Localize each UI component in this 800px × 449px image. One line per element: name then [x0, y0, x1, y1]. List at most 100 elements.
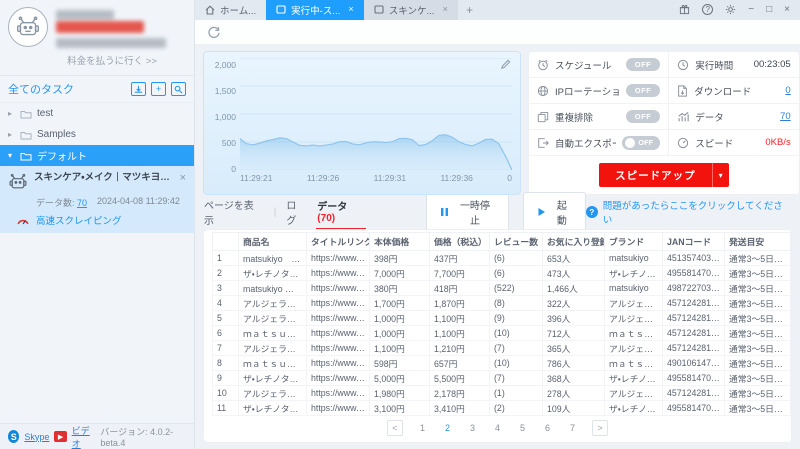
user-avatar[interactable] — [8, 7, 48, 47]
prev-page-button[interactable]: < — [386, 420, 403, 436]
add-task-icon[interactable]: + — [151, 82, 166, 96]
video-icon: ▶ — [54, 431, 67, 442]
data-count-link[interactable]: 70 — [780, 111, 791, 122]
tab-log[interactable]: ログ — [285, 193, 307, 231]
page-3[interactable]: 3 — [467, 421, 478, 435]
cell-product-name: ｍａｔｓｕｋｉ... — [238, 355, 307, 371]
auto-export-toggle[interactable]: OFF — [622, 135, 661, 150]
gear-icon[interactable] — [725, 4, 736, 15]
cell-title-link[interactable]: https://www.mats... — [306, 295, 370, 311]
cell-shipping: 通常3～5日以内... — [724, 325, 791, 341]
window-icon — [374, 5, 384, 14]
table-row[interactable]: 4 アルジェラン モ... https://www.mats... 1,700円… — [212, 295, 791, 311]
scrape-mode-label[interactable]: 高速スクレイピング — [36, 213, 122, 227]
page-5[interactable]: 5 — [517, 421, 528, 435]
cell-title-link[interactable]: https://www.mats... — [306, 340, 370, 356]
download-count-link[interactable]: 0 — [785, 85, 790, 96]
table-row[interactable]: 1 matsukiyo クレ... https://www.mats... 39… — [212, 250, 791, 266]
page-2-active[interactable]: 2 — [442, 421, 453, 435]
ip-rotation-toggle[interactable]: OFF — [625, 84, 661, 97]
cell-title-link[interactable]: https://www.mats... — [306, 400, 370, 416]
tab-running-task[interactable]: 実行中-ス... × — [266, 0, 364, 20]
cell-price: 398円 — [369, 250, 430, 266]
play-icon — [538, 208, 545, 216]
table-row[interactable]: 7 アルジェラン モ... https://www.mats... 1,100円… — [212, 340, 791, 356]
table-row[interactable]: 2 ザ・レチノタイ... https://www.mats... 7,000円 … — [212, 265, 791, 281]
cell-shipping: 通常3～5日以内... — [724, 280, 791, 296]
page-7[interactable]: 7 — [567, 421, 578, 435]
task-item[interactable]: スキンケア・メイク｜マツキヨココカラオ... × データ数: 70 2024-0… — [0, 166, 194, 233]
new-tab-button[interactable]: + — [458, 0, 481, 20]
tab-view-page[interactable]: ページを表示 — [203, 193, 265, 231]
cell-shipping: 通常3～5日以内... — [724, 385, 791, 401]
cell-title-link[interactable]: https://www.mats... — [306, 310, 370, 326]
cell-shipping: 通常3～5日以内... — [724, 250, 791, 266]
search-task-icon[interactable] — [171, 82, 186, 96]
folder-icon — [20, 131, 32, 139]
pause-button[interactable]: 一時停止 — [426, 192, 509, 232]
gift-icon[interactable] — [679, 4, 690, 15]
data-count-link[interactable]: 70 — [77, 198, 87, 208]
cell-product-name: ｍａｔｓｕｋｉ... — [238, 325, 307, 341]
cell-jan-code: 4955814704704 — [662, 265, 725, 281]
cell-title-link[interactable]: https://www.mats... — [306, 370, 370, 386]
cell-title-link[interactable]: https://www.mats... — [306, 265, 370, 281]
cell-brand: ｍａｔｓｕｋｉ... — [604, 355, 663, 371]
tab-home[interactable]: ホーム... — [195, 0, 266, 20]
trouble-help-link[interactable]: ? 問題があったらここをクリックしてください — [585, 198, 792, 226]
folder-test[interactable]: ▸ test — [0, 103, 194, 124]
table-row[interactable]: 10 アルジェラン モ... https://www.mats... 1,980… — [212, 385, 791, 401]
cell-title-link[interactable]: https://www.mats... — [306, 280, 370, 296]
page-6[interactable]: 6 — [542, 421, 553, 435]
main-toolbar — [195, 19, 800, 45]
tab-data[interactable]: データ(70) — [316, 194, 367, 230]
skype-link[interactable]: Skype — [24, 432, 49, 442]
close-tab-icon[interactable]: × — [442, 4, 448, 15]
cell-jan-code: 4987227030132 — [662, 280, 725, 296]
cell-title-link[interactable]: https://www.mats... — [306, 355, 370, 371]
table-row[interactable]: 3 matsukiyo 目も... https://www.mats... 38… — [212, 280, 791, 296]
table-row[interactable]: 6 ｍａｔｓｕｋｉ... https://www.mats... 1,000円 … — [212, 325, 791, 341]
cell-price: 1,700円 — [369, 295, 430, 311]
close-task-icon[interactable]: × — [178, 172, 188, 184]
close-tab-icon[interactable]: × — [348, 4, 354, 15]
table-row[interactable]: 11 ザ・レチノタイ... https://www.mats... 3,100円… — [212, 400, 791, 416]
cell-brand: ザ・レチノタイム — [604, 400, 663, 416]
start-button[interactable]: 起動 — [522, 192, 586, 232]
close-window-icon[interactable]: × — [784, 4, 790, 15]
speed-up-button[interactable]: スピードアップ ▾ — [599, 163, 729, 187]
table-row[interactable]: 8 ｍａｔｓｕｋｉ... https://www.mats... 598円 65… — [212, 355, 791, 371]
row-number: 5 — [212, 310, 239, 326]
maximize-icon[interactable]: □ — [766, 4, 772, 15]
import-task-icon[interactable] — [131, 82, 146, 96]
cell-price: 1,000円 — [369, 310, 430, 326]
page-1[interactable]: 1 — [417, 421, 428, 435]
chevron-down-icon[interactable]: ▾ — [711, 163, 729, 187]
cell-title-link[interactable]: https://www.mats... — [306, 385, 370, 401]
pay-link[interactable]: 料金を払うに行く >> — [8, 49, 186, 73]
schedule-toggle[interactable]: OFF — [625, 58, 661, 71]
dedup-toggle[interactable]: OFF — [625, 110, 661, 123]
cell-title-link[interactable]: https://www.mats... — [306, 250, 370, 266]
minimize-icon[interactable]: − — [748, 4, 754, 15]
cell-title-link[interactable]: https://www.mats... — [306, 325, 370, 341]
folder-default[interactable]: ▾ デフォルト — [0, 145, 194, 166]
refresh-icon[interactable] — [207, 25, 221, 39]
chevron-right-icon: ▸ — [8, 130, 13, 139]
next-page-button[interactable]: > — [592, 420, 609, 436]
help-icon[interactable]: ? — [702, 4, 714, 16]
sidebar-footer: S Skype ▶ ビデオ バージョン: 4.0.2-beta.4 — [0, 423, 194, 449]
table-row[interactable]: 9 ザ・レチノタイ... https://www.mats... 5,000円 … — [212, 370, 791, 386]
cell-brand: ザ・レチノタイム — [604, 370, 663, 386]
question-icon: ? — [585, 206, 598, 218]
video-link[interactable]: ビデオ — [72, 424, 96, 449]
speed-value: 0KB/s — [765, 137, 791, 148]
cell-favorites: 712人 — [542, 325, 605, 341]
page-4[interactable]: 4 — [492, 421, 503, 435]
cell-reviews: (10) — [489, 355, 543, 371]
row-number: 4 — [212, 295, 239, 311]
table-row[interactable]: 5 アルジェラン モ... https://www.mats... 1,000円… — [212, 310, 791, 326]
folder-samples[interactable]: ▸ Samples — [0, 124, 194, 145]
tab-skincare[interactable]: スキンケ... × — [363, 0, 458, 20]
cell-shipping: 通常3～5日以内... — [724, 400, 791, 416]
